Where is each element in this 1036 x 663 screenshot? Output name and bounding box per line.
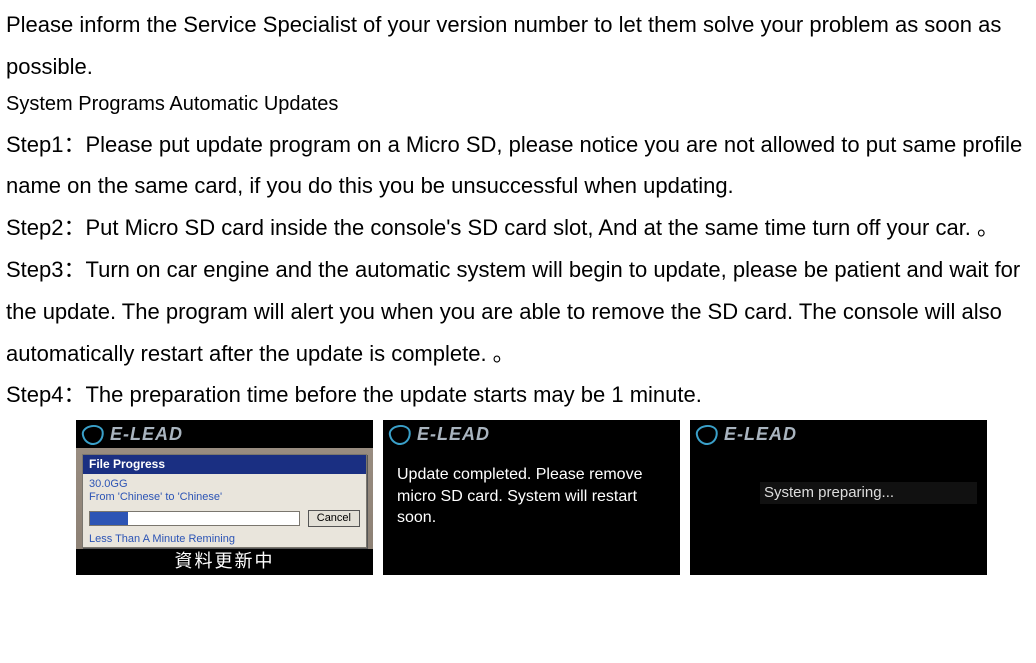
elead-logo-icon xyxy=(82,425,104,445)
brand-text: E-LEAD xyxy=(110,424,183,446)
brand-header: E-LEAD xyxy=(690,420,987,448)
screenshot-file-progress: E-LEAD File Progress 30.0GG From 'Chines… xyxy=(76,420,373,575)
update-completed-message: Update completed. Please remove micro SD… xyxy=(383,448,680,529)
brand-header: E-LEAD xyxy=(383,420,680,448)
updating-footer: 資料更新中 xyxy=(76,549,373,576)
progress-bar xyxy=(89,511,300,526)
brand-text: E-LEAD xyxy=(417,424,490,446)
step-3: Step3：Turn on car engine and the automat… xyxy=(6,249,1030,374)
screenshot-row: E-LEAD File Progress 30.0GG From 'Chines… xyxy=(76,420,1030,575)
screenshot-update-completed: E-LEAD Update completed. Please remove m… xyxy=(383,420,680,575)
system-preparing-message: System preparing... xyxy=(760,482,977,504)
brand-text: E-LEAD xyxy=(724,424,797,446)
section-subheading: System Programs Automatic Updates xyxy=(6,90,1030,118)
elead-logo-icon xyxy=(696,425,718,445)
elead-logo-icon xyxy=(389,425,411,445)
progress-file-name: 30.0GG xyxy=(89,478,360,491)
file-progress-dialog: File Progress 30.0GG From 'Chinese' to '… xyxy=(82,454,367,548)
progress-from-to: From 'Chinese' to 'Chinese' xyxy=(89,491,360,504)
screenshot-system-preparing: E-LEAD System preparing... xyxy=(690,420,987,575)
intro-text: Please inform the Service Specialist of … xyxy=(6,4,1030,88)
step-2: Step2：Put Micro SD card inside the conso… xyxy=(6,207,1030,249)
brand-header: E-LEAD xyxy=(76,420,373,448)
step-4: Step4：The preparation time before the up… xyxy=(6,374,1030,416)
cancel-button[interactable]: Cancel xyxy=(308,510,360,527)
dialog-title: File Progress xyxy=(83,455,366,473)
step-1: Step1：Please put update program on a Mic… xyxy=(6,124,1030,208)
preparing-progress-bar xyxy=(760,510,952,528)
time-remaining: Less Than A Minute Remining xyxy=(89,533,360,546)
